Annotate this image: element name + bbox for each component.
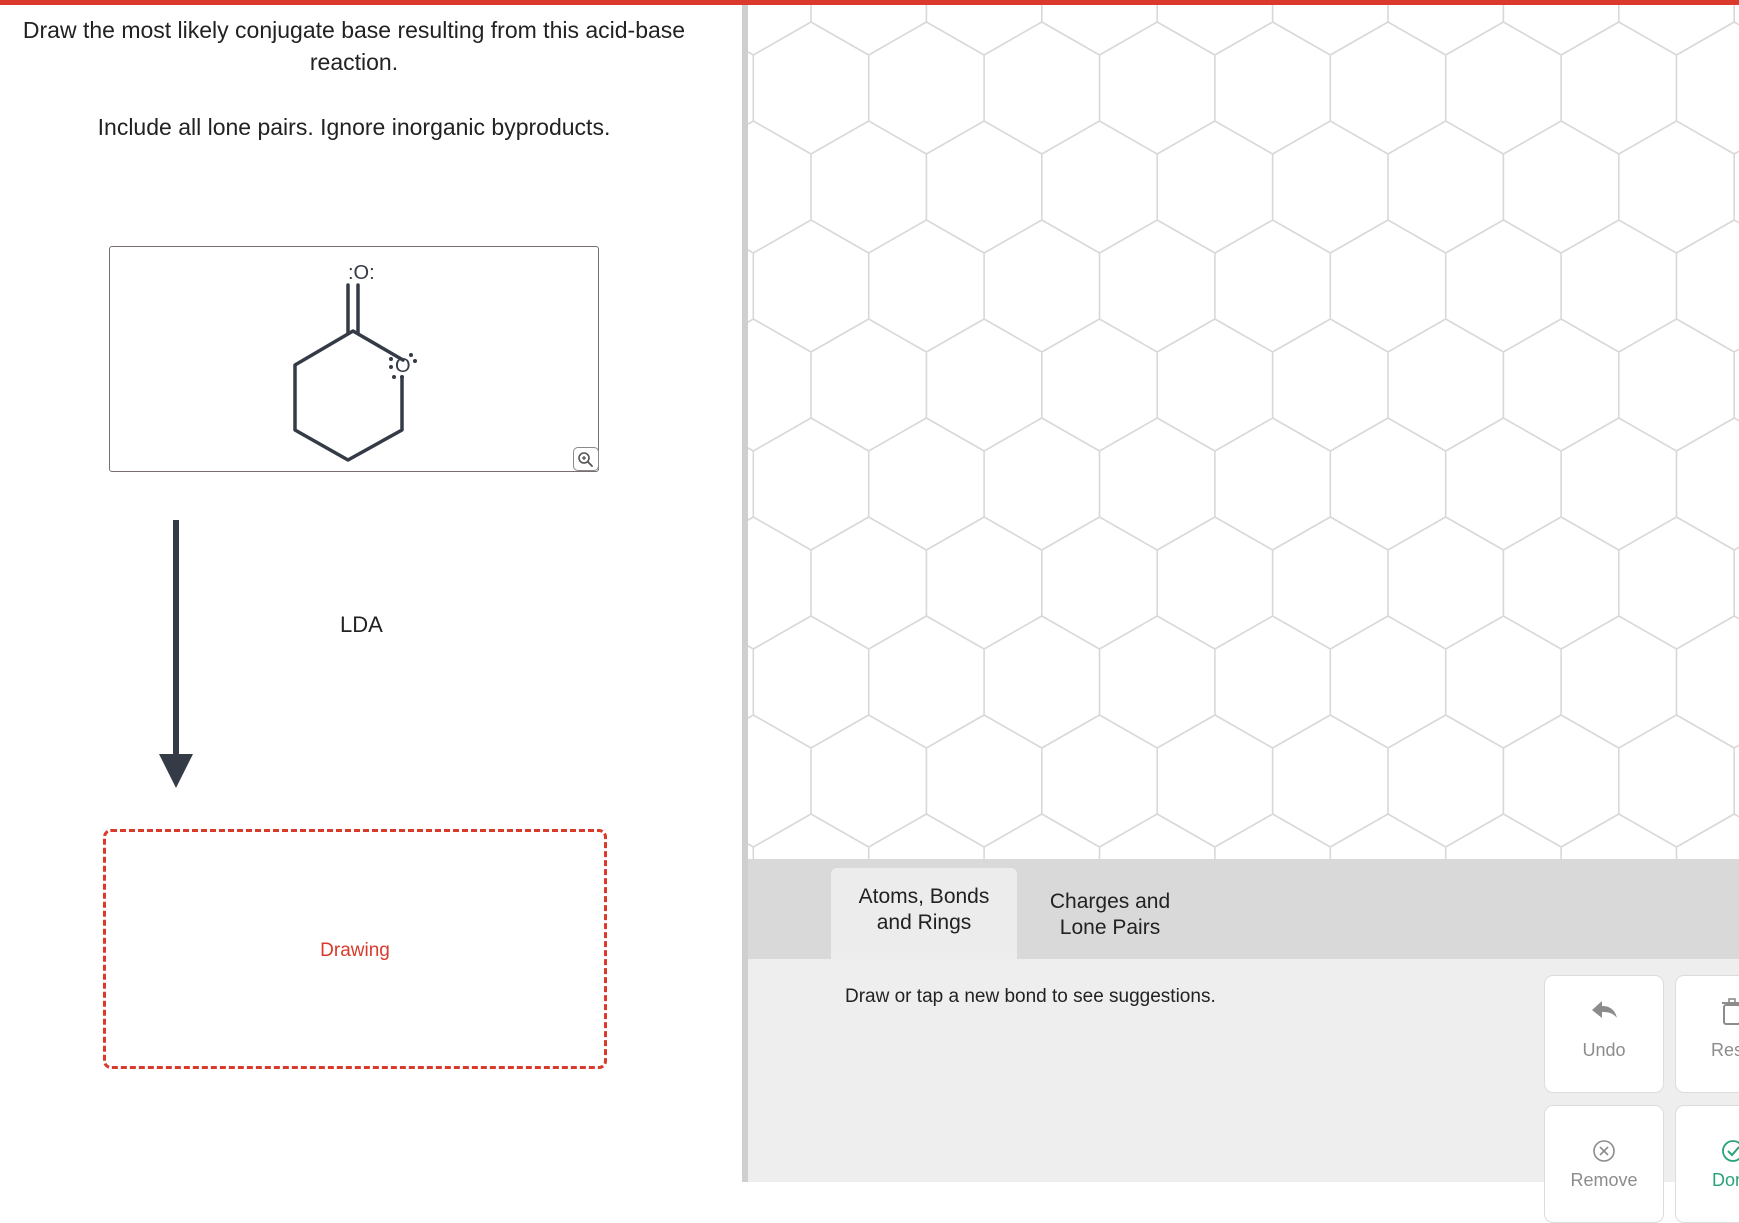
reset-button[interactable]: Reset — [1675, 975, 1739, 1093]
check-circle-icon — [1720, 1138, 1739, 1169]
tab-label-line2: Lone Pairs — [1059, 916, 1161, 939]
reactant-structure-box: :O: O — [109, 246, 599, 472]
drawing-label: Drawing — [320, 940, 390, 961]
undo-button[interactable]: Undo — [1544, 975, 1664, 1093]
remove-circle-x-icon — [1545, 1138, 1663, 1169]
question-instructions: Include all lone pairs. Ignore inorganic… — [97, 114, 611, 140]
hex-grid-lines — [748, 5, 1739, 859]
ring-bonds — [293, 329, 405, 462]
undo-label: Undo — [1582, 1040, 1626, 1060]
suggestion-hint: Draw or tap a new bond to see suggestion… — [845, 986, 1216, 1007]
tab-label-line1: Charges and — [1049, 890, 1171, 913]
tab-atoms-bonds-rings[interactable]: Atoms, Bonds and Rings — [831, 868, 1017, 959]
delta-valerolactone-structure: :O: O — [293, 262, 417, 462]
ring-oxygen-label: O — [395, 355, 411, 377]
remove-label: Remove — [1570, 1170, 1638, 1190]
remove-button[interactable]: Remove — [1544, 1105, 1664, 1223]
zoom-button[interactable] — [573, 447, 599, 471]
drawing-canvas[interactable] — [748, 5, 1739, 859]
answer-drawing-box[interactable]: Drawing — [103, 829, 607, 1069]
tab-label-line2: and Rings — [876, 911, 972, 934]
done-button[interactable]: Done — [1675, 1105, 1739, 1223]
carbonyl-oxygen-label: :O: — [348, 262, 375, 284]
done-label: Done — [1712, 1170, 1739, 1190]
reaction-arrow — [159, 520, 193, 788]
reset-label: Reset — [1711, 1040, 1739, 1060]
question-text: Draw the most likely conjugate base resu… — [22, 17, 686, 75]
tab-label-line1: Atoms, Bonds — [858, 885, 990, 908]
tab-charges-lone-pairs[interactable]: Charges and Lone Pairs — [1022, 889, 1198, 941]
undo-icon — [1545, 998, 1663, 1027]
magnify-icon — [578, 452, 593, 467]
trash-icon — [1720, 998, 1739, 1031]
hex-grid — [748, 5, 1739, 859]
reagent-label: LDA — [340, 612, 383, 637]
